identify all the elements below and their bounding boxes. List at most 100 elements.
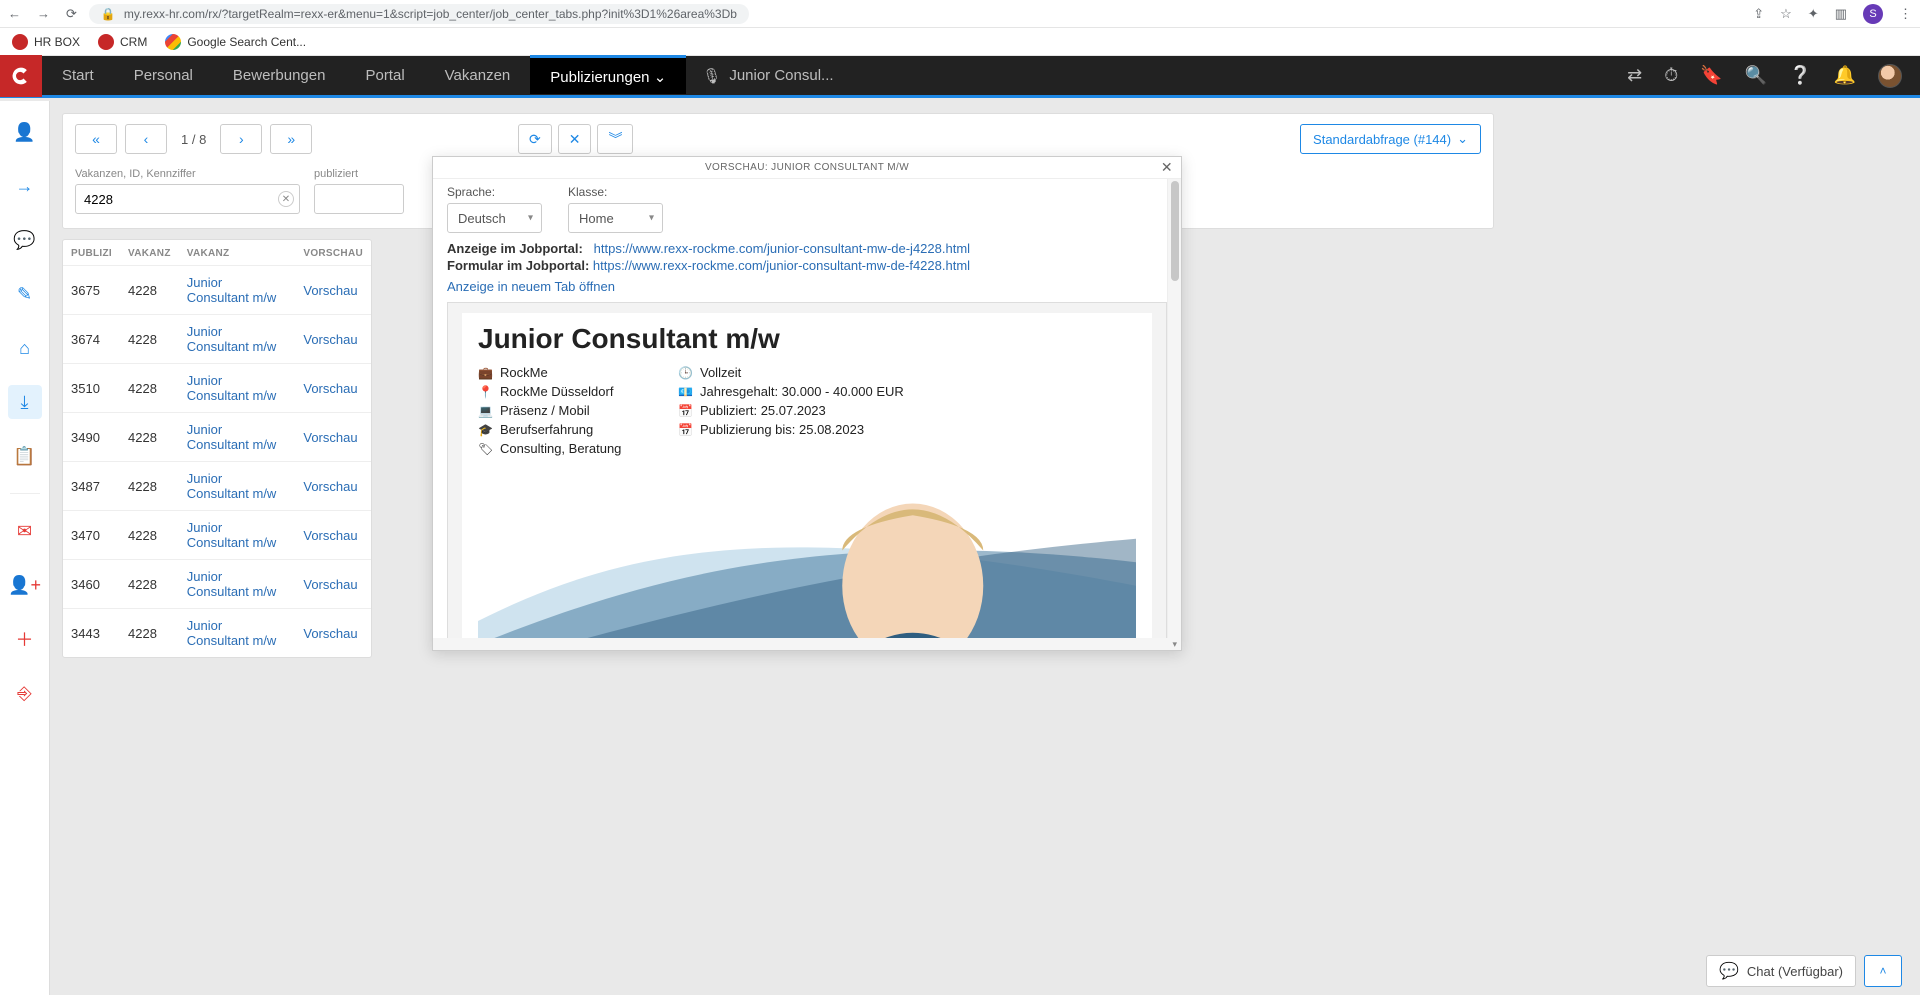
job-link[interactable]: Junior Consultant m/w xyxy=(187,373,277,403)
expand-button[interactable]: ︾ xyxy=(597,124,633,154)
table-row[interactable]: 35104228Junior Consultant m/wVorschau xyxy=(63,364,371,413)
url-text: my.rexx-hr.com/rx/?targetRealm=rexx-er&m… xyxy=(124,7,737,21)
profile-avatar[interactable]: S xyxy=(1863,4,1883,24)
rail-edit-icon[interactable]: ✎ xyxy=(8,277,42,311)
table-row[interactable]: 36754228Junior Consultant m/wVorschau xyxy=(63,266,371,315)
user-avatar[interactable] xyxy=(1878,64,1902,88)
stopwatch-icon[interactable]: ⏱ xyxy=(1664,65,1678,86)
page-last-button[interactable]: » xyxy=(270,124,312,154)
rail-chat-icon[interactable]: 💬 xyxy=(8,223,42,257)
clear-vacancy-icon[interactable]: ✕ xyxy=(278,191,294,207)
bookmark-icon[interactable]: 🔖 xyxy=(1700,65,1722,86)
job-link[interactable]: Junior Consultant m/w xyxy=(187,569,277,599)
job-link[interactable]: Junior Consultant m/w xyxy=(187,471,277,501)
tag-icon: 🏷 xyxy=(478,442,492,456)
search-icon[interactable]: 🔍 xyxy=(1745,65,1767,86)
col-vakanz[interactable]: VAKANZ xyxy=(179,240,296,266)
table-row[interactable]: 34604228Junior Consultant m/wVorschau xyxy=(63,560,371,609)
grad-cap-icon: 🎓 xyxy=(478,423,492,437)
table-row[interactable]: 34434228Junior Consultant m/wVorschau xyxy=(63,609,371,658)
preview-link[interactable]: Vorschau xyxy=(303,283,357,298)
published-filter-input[interactable] xyxy=(314,184,404,214)
table-row[interactable]: 34904228Junior Consultant m/wVorschau xyxy=(63,413,371,462)
page-next-button[interactable]: › xyxy=(220,124,262,154)
pin-icon: 📍 xyxy=(478,385,492,399)
breadcrumb[interactable]: 🎙 Junior Consul... xyxy=(686,67,849,85)
table-row[interactable]: 36744228Junior Consultant m/wVorschau xyxy=(63,315,371,364)
lock-icon: 🔒 xyxy=(101,7,116,21)
rail-logout-icon[interactable]: ⎆ xyxy=(8,676,42,710)
preview-bottom-scrollbar[interactable]: ▾ xyxy=(433,638,1181,650)
klasse-select[interactable]: Home▾ xyxy=(568,203,663,233)
preview-link[interactable]: Vorschau xyxy=(303,528,357,543)
col-publizi[interactable]: PUBLIZI xyxy=(63,240,120,266)
rail-mail-icon[interactable]: ✉ xyxy=(8,514,42,548)
rail-download-icon[interactable]: ⤓ xyxy=(8,385,42,419)
app-logo[interactable] xyxy=(0,55,42,97)
col-vorschau[interactable]: VORSCHAU xyxy=(295,240,371,266)
clear-button[interactable]: ✕ xyxy=(558,124,592,154)
preview-link[interactable]: Vorschau xyxy=(303,577,357,592)
nav-portal[interactable]: Portal xyxy=(345,56,424,95)
back-icon[interactable]: ← xyxy=(8,6,21,22)
share-icon[interactable]: ⇪ xyxy=(1753,6,1764,22)
rail-clipboard-icon[interactable]: 📋 xyxy=(8,439,42,473)
chat-status[interactable]: 💬 Chat (Verfügbar) xyxy=(1706,955,1856,987)
table-row[interactable]: 34704228Junior Consultant m/wVorschau xyxy=(63,511,371,560)
job-link[interactable]: Junior Consultant m/w xyxy=(187,422,277,452)
sprache-select[interactable]: Deutsch▾ xyxy=(447,203,542,233)
nav-personal[interactable]: Personal xyxy=(114,56,213,95)
bell-icon[interactable]: 🔔 xyxy=(1834,65,1856,86)
rail-arrow-icon[interactable]: → xyxy=(8,169,42,203)
address-bar[interactable]: 🔒 my.rexx-hr.com/rx/?targetRealm=rexx-er… xyxy=(89,4,749,24)
rail-plus-icon[interactable]: ＋ xyxy=(8,622,42,656)
chat-widget: 💬 Chat (Verfügbar) ˄ xyxy=(1706,955,1902,987)
app-nav: Start Personal Bewerbungen Portal Vakanz… xyxy=(0,56,1920,98)
microphone-icon: 🎙 xyxy=(702,67,721,85)
results-table-panel: PUBLIZI VAKANZ VAKANZ VORSCHAU 36754228J… xyxy=(62,239,372,658)
preview-link[interactable]: Vorschau xyxy=(303,479,357,494)
nav-start[interactable]: Start xyxy=(42,56,114,95)
forward-icon[interactable]: → xyxy=(37,6,50,22)
refresh-button[interactable]: ⟳ xyxy=(518,124,552,154)
extensions-icon[interactable]: ✦ xyxy=(1808,6,1819,22)
preview-link[interactable]: Vorschau xyxy=(303,332,357,347)
money-icon: 💶 xyxy=(678,385,692,399)
preview-link[interactable]: Vorschau xyxy=(303,430,357,445)
panel-icon[interactable]: ▥ xyxy=(1835,6,1847,22)
standard-query-button[interactable]: Standardabfrage (#144)⌄ xyxy=(1300,124,1481,154)
kebab-icon[interactable]: ⋮ xyxy=(1899,6,1912,22)
page-first-button[interactable]: « xyxy=(75,124,117,154)
job-link[interactable]: Junior Consultant m/w xyxy=(187,520,277,550)
preview-link[interactable]: Vorschau xyxy=(303,626,357,641)
open-new-tab-link[interactable]: Anzeige in neuem Tab öffnen xyxy=(447,279,615,294)
transfer-icon[interactable]: ⇄ xyxy=(1627,65,1642,86)
page-prev-button[interactable]: ‹ xyxy=(125,124,167,154)
bookmark-gsc[interactable]: Google Search Cent... xyxy=(165,34,306,50)
link1-url[interactable]: https://www.rexx-rockme.com/junior-consu… xyxy=(594,241,970,256)
preview-link[interactable]: Vorschau xyxy=(303,381,357,396)
help-icon[interactable]: ❔ xyxy=(1789,65,1811,86)
rail-add-user-icon[interactable]: 👤+ xyxy=(8,568,42,602)
job-link[interactable]: Junior Consultant m/w xyxy=(187,275,277,305)
vacancy-filter-input[interactable] xyxy=(75,184,300,214)
nav-publizierungen[interactable]: Publizierungen ⌄ xyxy=(530,55,686,94)
nav-bewerbungen[interactable]: Bewerbungen xyxy=(213,56,346,95)
bookmark-hrbox[interactable]: HR BOX xyxy=(12,34,80,50)
chat-icon: 💬 xyxy=(1719,961,1739,981)
chat-toggle-button[interactable]: ˄ xyxy=(1864,955,1902,987)
bookmark-crm[interactable]: CRM xyxy=(98,34,147,50)
rail-person-icon[interactable]: 👤 xyxy=(8,115,42,149)
reload-icon[interactable]: ⟳ xyxy=(66,6,77,22)
rail-building-icon[interactable]: ⌂ xyxy=(8,331,42,365)
job-link[interactable]: Junior Consultant m/w xyxy=(187,324,277,354)
vacancy-filter-label: Vakanzen, ID, Kennziffer xyxy=(75,168,300,180)
job-link[interactable]: Junior Consultant m/w xyxy=(187,618,277,648)
link2-url[interactable]: https://www.rexx-rockme.com/junior-consu… xyxy=(593,258,970,273)
preview-scrollbar[interactable] xyxy=(1167,179,1181,650)
table-row[interactable]: 34874228Junior Consultant m/wVorschau xyxy=(63,462,371,511)
close-icon[interactable]: ✕ xyxy=(1161,159,1173,176)
col-vakanz-id[interactable]: VAKANZ xyxy=(120,240,179,266)
nav-vakanzen[interactable]: Vakanzen xyxy=(425,56,531,95)
star-icon[interactable]: ☆ xyxy=(1780,6,1792,22)
